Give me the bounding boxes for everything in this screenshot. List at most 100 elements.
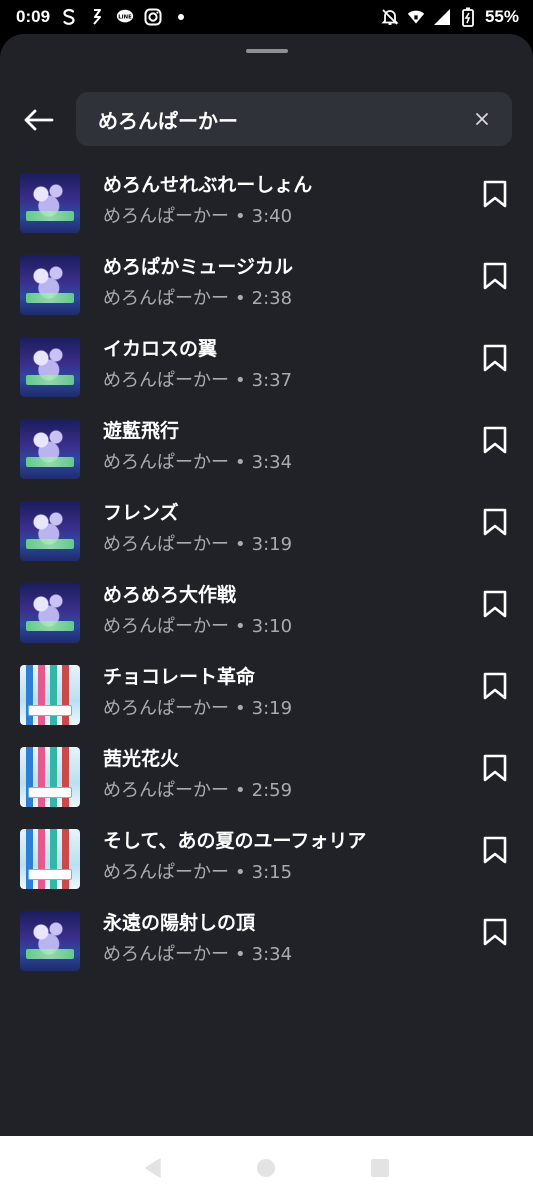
album-cover (20, 419, 80, 479)
status-time: 0:09 (16, 7, 51, 26)
bookmark-button[interactable] (480, 425, 510, 455)
search-input[interactable] (98, 104, 470, 134)
nav-back-button[interactable] (139, 1154, 167, 1182)
track-meta: めろんぱーかー • 3:37 (103, 366, 292, 392)
bookmark-button[interactable] (480, 261, 510, 291)
drag-handle[interactable] (246, 49, 288, 53)
track-artist: めろんぱーかー (103, 780, 229, 801)
bookmark-icon (483, 426, 507, 454)
wifi-icon (407, 8, 425, 26)
track-row[interactable]: めろぱかミュージカル めろんぱーかー • 2:38 (0, 246, 533, 328)
meta-separator: • (235, 534, 246, 555)
track-artist: めろんぱーかー (103, 944, 229, 965)
track-duration: 3:37 (251, 370, 293, 391)
bookmark-button[interactable] (480, 671, 510, 701)
signal-icon (433, 8, 451, 26)
track-artist: めろんぱーかー (103, 534, 229, 555)
track-title: そして、あの夏のユーフォリア (103, 830, 367, 852)
back-arrow-icon (24, 109, 54, 131)
meta-separator: • (235, 698, 246, 719)
track-duration: 3:34 (251, 452, 293, 473)
track-title: めろんせれぶれーしょん (103, 174, 313, 196)
track-meta: めろんぱーかー • 3:19 (103, 530, 292, 556)
bookmark-button[interactable] (480, 917, 510, 947)
track-artist: めろんぱーかー (103, 698, 229, 719)
link-app-icon (88, 8, 106, 26)
track-title: 茜光花火 (103, 748, 180, 770)
close-icon (476, 113, 488, 125)
bookmark-icon (483, 508, 507, 536)
bookmark-icon (483, 262, 507, 290)
track-row[interactable]: めろんせれぶれーしょん めろんぱーかー • 3:40 (0, 164, 533, 246)
track-row[interactable]: めろめろ大作戦 めろんぱーかー • 3:10 (0, 574, 533, 656)
track-meta: めろんぱーかー • 3:15 (103, 858, 292, 884)
track-meta: めろんぱーかー • 3:34 (103, 940, 292, 966)
track-row[interactable]: イカロスの翼 めろんぱーかー • 3:37 (0, 328, 533, 410)
status-bar: 0:09 LINE 55% (0, 0, 533, 34)
track-title: めろめろ大作戦 (103, 584, 237, 606)
track-meta: めろんぱーかー • 3:40 (103, 202, 292, 228)
clear-search-button[interactable] (470, 107, 494, 131)
track-meta: めろんぱーかー • 2:38 (103, 284, 292, 310)
instagram-icon (144, 8, 162, 26)
meta-separator: • (235, 452, 246, 473)
dot-icon (172, 8, 190, 26)
status-left: 0:09 LINE (16, 7, 190, 27)
search-sheet: めろんせれぶれーしょんめろんぱーかー•3:40めろぱかミュージカルめろんぱーかー… (0, 34, 533, 1136)
track-duration: 3:19 (251, 534, 293, 555)
nav-recents-button[interactable] (366, 1154, 394, 1182)
track-duration: 3:40 (251, 206, 293, 227)
track-meta: めろんぱーかー • 3:34 (103, 448, 292, 474)
track-duration: 2:38 (251, 288, 293, 309)
track-row[interactable]: 遊藍飛行 めろんぱーかー • 3:34 (0, 410, 533, 492)
bookmark-icon (483, 754, 507, 782)
recents-square-icon (371, 1159, 390, 1177)
meta-separator: • (235, 370, 246, 391)
meta-separator: • (235, 780, 246, 801)
track-duration: 3:19 (251, 698, 293, 719)
home-circle-icon (257, 1159, 276, 1177)
track-title: めろぱかミュージカル (103, 256, 294, 278)
bookmark-icon (483, 672, 507, 700)
bookmark-button[interactable] (480, 835, 510, 865)
album-cover (20, 583, 80, 643)
track-duration: 3:15 (251, 862, 293, 883)
back-button[interactable] (16, 100, 60, 140)
bookmark-button[interactable] (480, 507, 510, 537)
bookmark-button[interactable] (480, 179, 510, 209)
track-duration: 2:59 (251, 780, 293, 801)
track-row[interactable]: フレンズ めろんぱーかー • 3:19 (0, 492, 533, 574)
album-cover (20, 911, 80, 971)
battery-icon (459, 7, 477, 27)
bookmark-icon (483, 590, 507, 618)
s-app-icon (60, 8, 78, 26)
track-duration: 3:10 (251, 616, 293, 637)
bookmark-icon (483, 344, 507, 372)
nav-home-button[interactable] (252, 1154, 280, 1182)
track-title: 永遠の陽射しの頂 (103, 912, 256, 934)
track-row[interactable]: チョコレート革命 めろんぱーかー • 3:19 (0, 656, 533, 738)
track-row[interactable]: 永遠の陽射しの頂 めろんぱーかー • 3:34 (0, 902, 533, 984)
navigation-bar (0, 1136, 533, 1200)
meta-separator: • (235, 944, 246, 965)
bookmark-button[interactable] (480, 753, 510, 783)
bookmark-icon (483, 918, 507, 946)
track-artist: めろんぱーかー (103, 288, 229, 309)
track-artist: めろんぱーかー (103, 206, 229, 227)
track-artist: めろんぱーかー (103, 370, 229, 391)
bookmark-button[interactable] (480, 343, 510, 373)
track-row[interactable]: 茜光花火めろんぱーかー • 2:59 (0, 738, 533, 820)
meta-separator: • (235, 862, 246, 883)
meta-separator: • (235, 288, 246, 309)
status-right: 55% (381, 7, 519, 27)
muted-bell-icon (381, 8, 399, 26)
track-artist: めろんぱーかー (103, 616, 229, 637)
track-title: イカロスの翼 (103, 338, 218, 360)
bookmark-icon (483, 180, 507, 208)
bookmark-button[interactable] (480, 589, 510, 619)
track-artist: めろんぱーかー (103, 452, 229, 473)
album-cover (20, 501, 80, 561)
meta-separator: • (235, 206, 246, 227)
search-box (76, 92, 512, 146)
track-row[interactable]: そして、あの夏のユーフォリアめろんぱーかー • 3:15 (0, 820, 533, 902)
